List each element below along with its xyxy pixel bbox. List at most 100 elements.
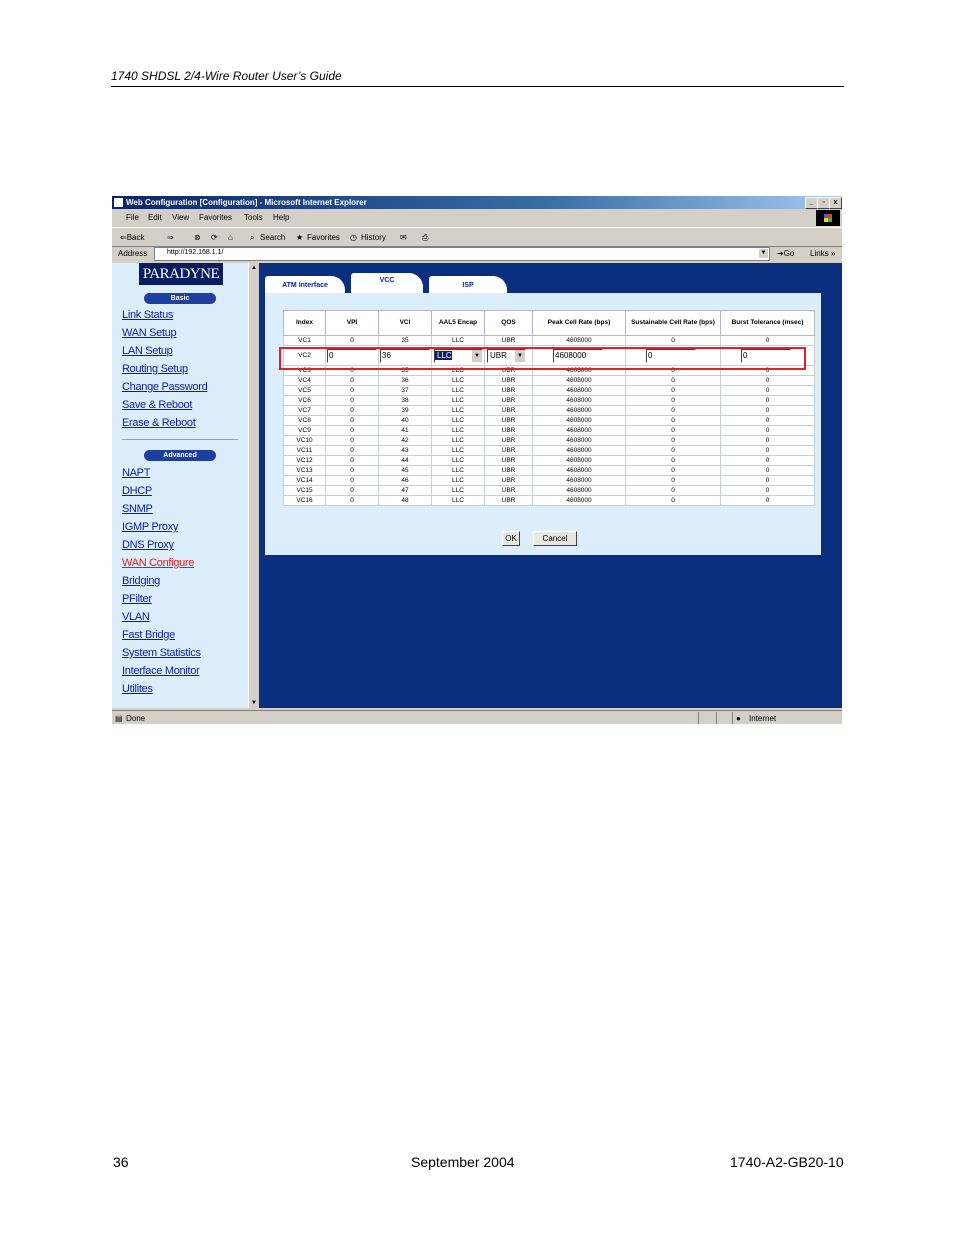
cell-burst-tolerance: 0 [720, 455, 815, 466]
cell-encap: LLC [431, 335, 485, 346]
cell-qos: UBR [484, 435, 533, 446]
scroll-down-icon[interactable]: ▼ [250, 699, 258, 707]
cell-peak-rate: 4608000 [532, 385, 626, 396]
cell-index: VC5 [283, 385, 326, 396]
address-input[interactable]: http://192.168.1.1/ ▼ [154, 247, 770, 261]
nav-erase-reboot[interactable]: Erase & Reboot [122, 417, 196, 429]
cell-encap: LLC [431, 485, 485, 496]
cell-qos: UBR [484, 335, 533, 346]
menu-favorites[interactable]: Favorites [199, 213, 232, 222]
menu-help[interactable]: Help [273, 213, 289, 222]
cell-sustainable-rate: 0 [625, 395, 721, 406]
ok-button[interactable]: OK [502, 531, 520, 546]
cell-vpi: 0 [325, 445, 379, 456]
cell-vpi: 0 [325, 425, 379, 436]
cell-sustainable-rate: 0 [625, 445, 721, 456]
nav-pfilter[interactable]: PFilter [122, 593, 152, 605]
mail-icon[interactable]: ✉ [400, 233, 407, 242]
menu-edit[interactable]: Edit [148, 213, 162, 222]
cell-sustainable-rate: 0 [625, 335, 721, 346]
nav-bridging[interactable]: Bridging [122, 575, 160, 587]
nav-system-statistics[interactable]: System Statistics [122, 647, 201, 659]
nav-wan-setup[interactable]: WAN Setup [122, 327, 177, 339]
highlight-box [279, 347, 806, 370]
cell-qos: UBR [484, 385, 533, 396]
cell-peak-rate: 4608000 [532, 465, 626, 476]
cell-vpi: 0 [325, 485, 379, 496]
favorites-icon[interactable]: ★ [296, 233, 303, 242]
cell-vpi: 0 [325, 435, 379, 446]
nav-dns-proxy[interactable]: DNS Proxy [122, 539, 174, 551]
nav-igmp-proxy[interactable]: IGMP Proxy [122, 521, 178, 533]
vcc-table-row: VC15 0 47 LLC UBR 4608000 0 0 [283, 485, 815, 496]
cell-sustainable-rate: 0 [625, 435, 721, 446]
history-button[interactable]: History [361, 233, 386, 242]
nav-save-reboot[interactable]: Save & Reboot [122, 399, 192, 411]
cell-sustainable-rate: 0 [625, 465, 721, 476]
cell-sustainable-rate: 0 [625, 425, 721, 436]
print-icon[interactable]: ⎙ [422, 233, 428, 243]
cell-encap: LLC [431, 375, 485, 386]
title-bar[interactable]: Web Configuration [Configuration] - Micr… [112, 196, 842, 209]
cell-qos: UBR [484, 465, 533, 476]
forward-button[interactable]: ⇒ [167, 233, 174, 242]
nav-napt[interactable]: NAPT [122, 467, 150, 479]
cell-burst-tolerance: 0 [720, 415, 815, 426]
history-icon[interactable]: ◷ [350, 233, 357, 242]
nav-lan-setup[interactable]: LAN Setup [122, 345, 173, 357]
stop-icon[interactable]: ⊗ [194, 233, 201, 242]
cell-vci: 42 [378, 435, 432, 446]
cell-vci: 43 [378, 445, 432, 456]
nav-routing-setup[interactable]: Routing Setup [122, 363, 188, 375]
go-button[interactable]: ➔Go [777, 249, 794, 258]
cell-encap: LLC [431, 475, 485, 486]
address-value: http://192.168.1.1/ [167, 249, 224, 256]
menu-file[interactable]: File [126, 213, 139, 222]
menu-tools[interactable]: Tools [244, 213, 263, 222]
sidebar-scrollbar[interactable]: ▲ ▼ [248, 263, 259, 708]
cell-vpi: 0 [325, 495, 379, 506]
refresh-icon[interactable]: ⟳ [211, 233, 218, 242]
cell-index: VC9 [283, 425, 326, 436]
nav-snmp[interactable]: SNMP [122, 503, 153, 515]
search-button[interactable]: Search [260, 233, 285, 242]
cell-encap: LLC [431, 385, 485, 396]
nav-link-status[interactable]: Link Status [122, 309, 173, 321]
cell-encap: LLC [431, 415, 485, 426]
scroll-up-icon[interactable]: ▲ [250, 264, 258, 272]
back-button[interactable]: ⇐Back [120, 233, 145, 242]
nav-dhcp[interactable]: DHCP [122, 485, 152, 497]
menu-view[interactable]: View [172, 213, 189, 222]
cell-index: VC7 [283, 405, 326, 416]
tab-vcc[interactable]: VCC [351, 273, 423, 295]
search-icon[interactable]: ⌕ [250, 233, 254, 243]
close-button[interactable]: x [829, 197, 842, 209]
page-icon: ▤ [115, 714, 123, 723]
cell-qos: UBR [484, 485, 533, 496]
nav-vlan[interactable]: VLAN [122, 611, 150, 623]
address-label: Address [118, 249, 148, 258]
nav-fast-bridge[interactable]: Fast Bridge [122, 629, 175, 641]
cell-vpi: 0 [325, 415, 379, 426]
cell-vpi: 0 [325, 385, 379, 396]
cell-index: VC11 [283, 445, 326, 456]
home-icon[interactable]: ⌂ [228, 233, 233, 242]
windows-logo-icon [816, 210, 840, 226]
vcc-table-row: VC4 0 36 LLC UBR 4608000 0 0 [283, 375, 815, 386]
cell-burst-tolerance: 0 [720, 405, 815, 416]
cell-sustainable-rate: 0 [625, 455, 721, 466]
cell-vpi: 0 [325, 465, 379, 476]
nav-utilites[interactable]: Utilites [122, 683, 153, 695]
nav-interface-monitor[interactable]: Interface Monitor [122, 665, 200, 677]
favorites-button[interactable]: Favorites [307, 233, 340, 242]
cell-vci: 36 [378, 375, 432, 386]
links-button[interactable]: Links » [810, 249, 835, 258]
address-dropdown-icon[interactable]: ▼ [759, 249, 768, 258]
nav-change-password[interactable]: Change Password [122, 381, 208, 393]
cell-vci: 44 [378, 455, 432, 466]
cancel-button[interactable]: Cancel [533, 531, 577, 546]
cell-encap: LLC [431, 435, 485, 446]
cell-vci: 48 [378, 495, 432, 506]
cell-burst-tolerance: 0 [720, 385, 815, 396]
nav-wan-configure[interactable]: WAN Configure [122, 557, 194, 569]
